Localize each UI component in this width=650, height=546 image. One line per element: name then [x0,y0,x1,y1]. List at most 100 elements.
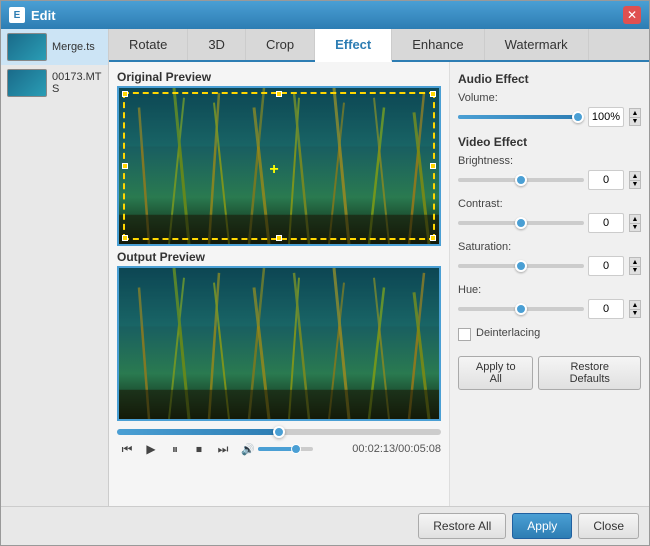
video-effect-title: Video Effect [458,135,641,149]
tab-3d[interactable]: 3D [188,29,246,60]
crop-handle-tr[interactable] [430,91,436,97]
tab-crop[interactable]: Crop [246,29,315,60]
volume-area: 🔊 [241,443,313,456]
contrast-up-button[interactable]: ▲ [629,214,641,223]
video-frame-original: + [119,88,439,244]
skip-back-button[interactable]: ⏮ [117,439,137,459]
volume-thumb[interactable] [291,444,301,454]
main-panel: Rotate 3D Crop Effect Enhance Watermark … [109,29,649,506]
restore-defaults-button[interactable]: Restore Defaults [538,356,641,390]
stop-button[interactable]: ⏹ [189,439,209,459]
content-area: Merge.ts 00173.MTS Rotate 3D Crop Effect… [1,29,649,506]
brightness-value: 0 [588,170,624,190]
contrast-row: Contrast: 0 ▲ ▼ [458,198,641,233]
output-video-preview [117,266,441,421]
effects-panel: Audio Effect Volume: 100% ▲ ▼ [449,62,649,506]
hue-up-button[interactable]: ▲ [629,300,641,309]
volume-effect-slider[interactable] [458,115,584,119]
tab-enhance[interactable]: Enhance [392,29,484,60]
hue-spinner: ▲ ▼ [629,300,641,318]
contrast-slider[interactable] [458,221,584,225]
crop-handle-tl[interactable] [122,91,128,97]
contrast-label: Contrast: [458,198,641,210]
crop-handle-ml[interactable] [122,163,128,169]
tab-effect[interactable]: Effect [315,29,392,62]
controls-row: ⏮ ▶ ⏸ ⏹ ⏭ 🔊 [117,439,441,459]
brightness-row: Brightness: 0 ▲ ▼ [458,155,641,190]
volume-up-button[interactable]: ▲ [629,108,641,117]
hue-down-button[interactable]: ▼ [629,309,641,318]
hue-label: Hue: [458,284,641,296]
crop-handle-br[interactable] [430,235,436,241]
volume-down-button[interactable]: ▼ [629,117,641,126]
saturation-slider-row: 0 ▲ ▼ [458,256,641,276]
apply-to-all-button[interactable]: Apply to All [458,356,533,390]
playback-bar: ⏮ ▶ ⏸ ⏹ ⏭ 🔊 [117,425,441,463]
apply-button[interactable]: Apply [512,513,572,539]
video-frame-output [119,268,439,419]
file-list-panel: Merge.ts 00173.MTS [1,29,109,506]
window-title: Edit [31,8,623,23]
volume-spinner: ▲ ▼ [629,108,641,126]
saturation-thumb[interactable] [515,260,527,272]
brightness-up-button[interactable]: ▲ [629,171,641,180]
saturation-value: 0 [588,256,624,276]
close-window-button[interactable]: ✕ [623,6,641,24]
crop-handle-bc[interactable] [276,235,282,241]
tab-rotate[interactable]: Rotate [109,29,188,60]
tabs-bar: Rotate 3D Crop Effect Enhance Watermark [109,29,649,62]
deinterlacing-row: Deinterlacing [458,327,641,342]
output-preview-section: Output Preview [117,250,441,421]
restore-all-button[interactable]: Restore All [418,513,506,539]
pause-button[interactable]: ⏸ [165,439,185,459]
seek-fill [117,429,279,435]
audio-effect-title: Audio Effect [458,72,641,86]
right-panel-actions: Apply to All Restore Defaults [458,356,641,390]
file-thumbnail-mts [7,69,47,97]
time-display: 00:02:13/00:05:08 [352,443,441,455]
volume-slider[interactable] [258,447,313,451]
saturation-slider[interactable] [458,264,584,268]
hue-slider-row: 0 ▲ ▼ [458,299,641,319]
brightness-label: Brightness: [458,155,641,167]
tab-watermark[interactable]: Watermark [485,29,589,60]
hue-slider[interactable] [458,307,584,311]
hue-thumb[interactable] [515,303,527,315]
seek-thumb[interactable] [273,426,285,438]
volume-slider-thumb[interactable] [572,111,584,123]
saturation-down-button[interactable]: ▼ [629,266,641,275]
saturation-row: Saturation: 0 ▲ ▼ [458,241,641,276]
saturation-label: Saturation: [458,241,641,253]
volume-row: Volume: 100% ▲ ▼ [458,92,641,127]
skip-fwd-button[interactable]: ⏭ [213,439,233,459]
play-button[interactable]: ▶ [141,439,161,459]
original-preview-section: Original Preview [117,70,441,246]
hue-value: 0 [588,299,624,319]
contrast-slider-row: 0 ▲ ▼ [458,213,641,233]
contrast-value: 0 [588,213,624,233]
saturation-up-button[interactable]: ▲ [629,257,641,266]
crop-handle-bl[interactable] [122,235,128,241]
deinterlacing-checkbox[interactable] [458,328,471,341]
file-thumbnail [7,33,47,61]
crop-handle-mr[interactable] [430,163,436,169]
brightness-spinner: ▲ ▼ [629,171,641,189]
bottom-button-bar: Restore All Apply Close [1,506,649,545]
file-item-mts[interactable]: 00173.MTS [1,65,108,101]
title-bar: E Edit ✕ [1,1,649,29]
original-preview-label: Original Preview [117,70,441,84]
seek-bar[interactable] [117,429,441,435]
contrast-down-button[interactable]: ▼ [629,223,641,232]
original-video-preview: + [117,86,441,246]
contrast-thumb[interactable] [515,217,527,229]
brightness-down-button[interactable]: ▼ [629,180,641,189]
output-preview-label: Output Preview [117,250,441,264]
file-item-merge[interactable]: Merge.ts [1,29,108,65]
preview-panel: Original Preview [109,62,449,506]
crop-handle-tc[interactable] [276,91,282,97]
brightness-thumb[interactable] [515,174,527,186]
brightness-slider[interactable] [458,178,584,182]
close-button[interactable]: Close [578,513,639,539]
contrast-spinner: ▲ ▼ [629,214,641,232]
app-icon: E [9,7,25,23]
